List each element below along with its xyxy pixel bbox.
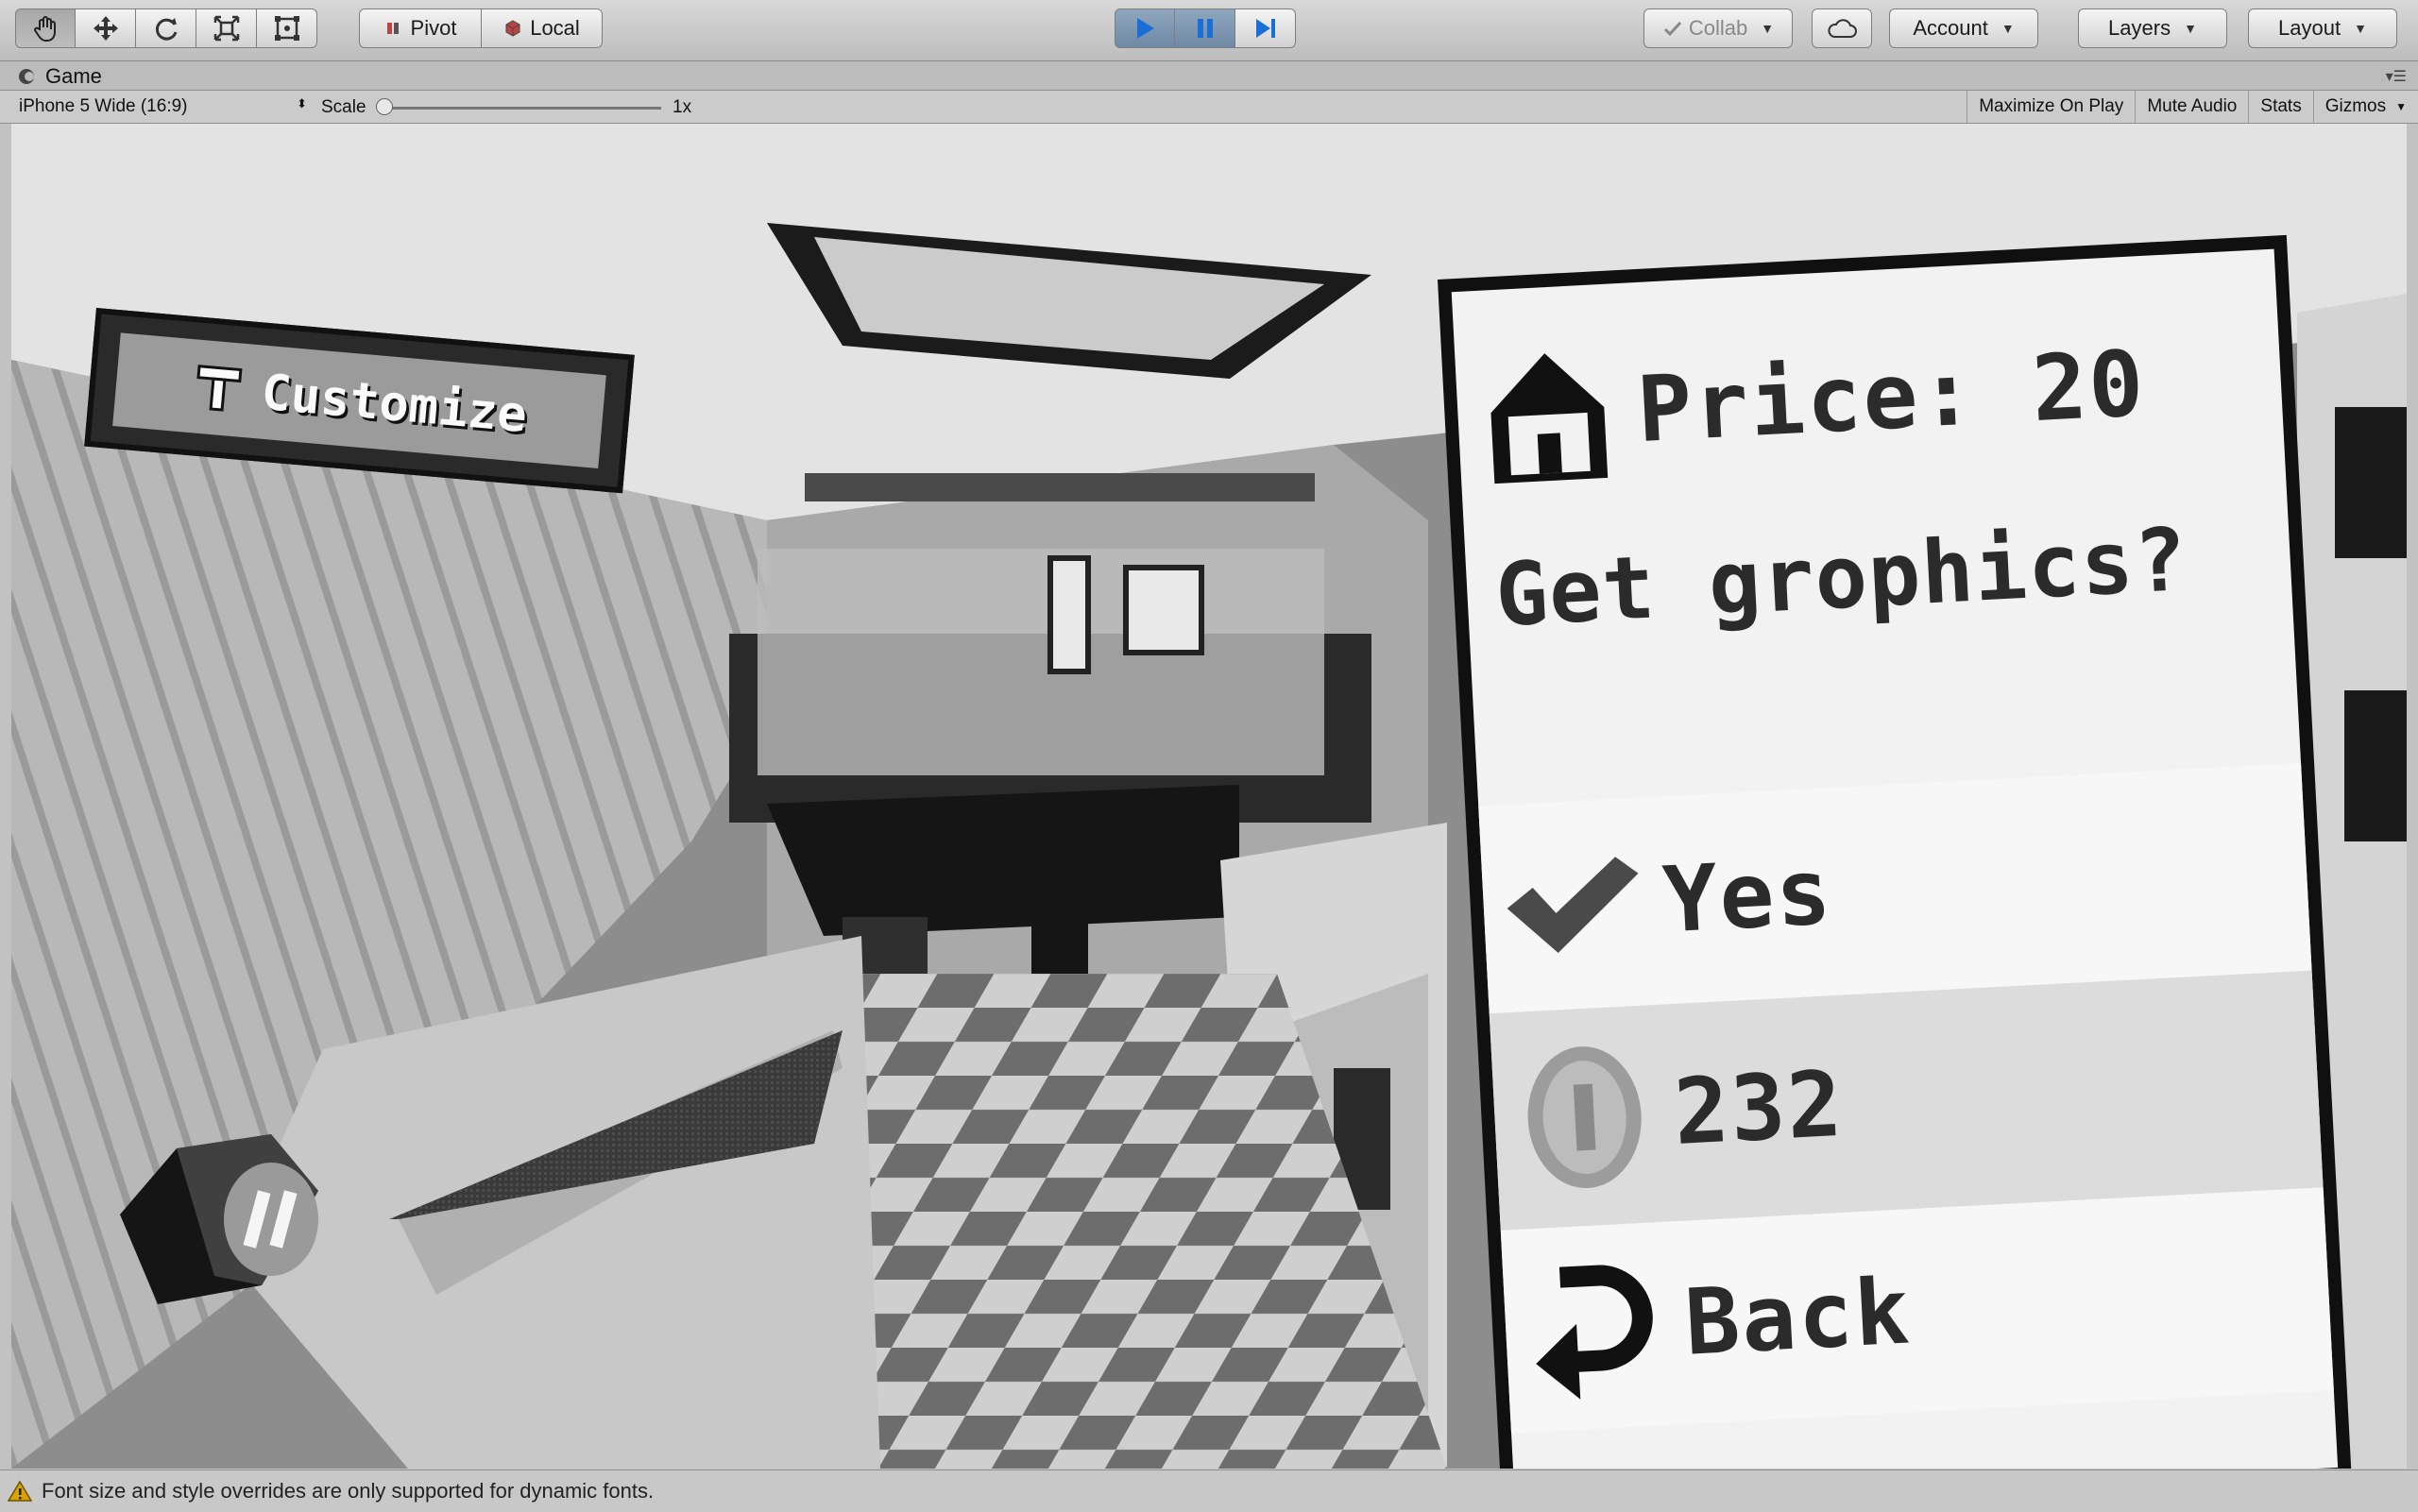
scale-label: Scale [321, 97, 366, 117]
maximize-on-play-toggle[interactable]: Maximize On Play [1967, 91, 2135, 123]
warning-icon [8, 1480, 32, 1502]
play-controls [1115, 8, 1296, 50]
chevron-down-icon: ▼ [2395, 100, 2407, 113]
back-button[interactable]: Back [1500, 1187, 2334, 1434]
pivot-label: Pivot [410, 16, 457, 40]
tools-icon [196, 364, 243, 412]
chevron-down-icon: ▼ [1761, 21, 1775, 36]
game-view-options: Maximize On Play Mute Audio Stats Gizmos… [1967, 91, 2418, 123]
chevron-down-icon: ▼ [2184, 21, 2197, 36]
back-label: Back [1682, 1257, 1914, 1376]
local-label: Local [530, 16, 580, 40]
tab-menu-icon[interactable]: ▾☰ [2386, 67, 2407, 86]
account-label: Account [1913, 16, 1988, 40]
pause-button[interactable] [1175, 8, 1235, 48]
play-icon [1137, 18, 1154, 39]
coin-balance: 232 [1489, 970, 2324, 1231]
console-status-bar[interactable]: Font size and style overrides are only s… [0, 1470, 2418, 1512]
house-icon [1473, 340, 1623, 489]
customize-inner: Customize [112, 332, 606, 468]
customize-label: Customize [259, 364, 530, 444]
pause-game-button[interactable] [111, 1125, 337, 1314]
hand-tool-button[interactable] [15, 8, 76, 48]
layout-group: Layout ▼ [2248, 8, 2397, 50]
gizmos-dropdown[interactable]: Gizmos ▼ [2312, 91, 2418, 123]
local-cube-icon [505, 20, 520, 37]
pivot-button[interactable]: Pivot [359, 8, 482, 48]
price-label: Price: 20 [1634, 331, 2148, 464]
rotate-icon [155, 18, 177, 41]
stats-toggle[interactable]: Stats [2248, 91, 2312, 123]
updown-icon: ⬍ [297, 96, 307, 110]
chevron-down-icon: ▼ [2001, 21, 2015, 36]
layout-dropdown[interactable]: Layout ▼ [2248, 8, 2397, 48]
scale-slider-handle[interactable] [376, 98, 393, 115]
purchase-question: Get grophics? [1492, 508, 2190, 647]
mute-audio-toggle[interactable]: Mute Audio [2135, 91, 2248, 123]
tab-bar: Game ▾☰ [0, 61, 2418, 91]
check-icon [1663, 21, 1681, 37]
tab-game[interactable]: Game [9, 63, 115, 90]
coin-count: 232 [1671, 1050, 1847, 1166]
yes-button[interactable]: Yes [1478, 762, 2312, 1014]
collab-label: Collab [1688, 16, 1748, 40]
play-button[interactable] [1115, 8, 1175, 48]
local-button[interactable]: Local [482, 8, 603, 48]
purchase-dialog: Price: 20 Get grophics? Yes 232 Back [1438, 234, 2352, 1469]
pivot-icon [386, 23, 399, 34]
back-arrow-icon [1521, 1252, 1670, 1402]
game-view[interactable]: Customize Price: 20 Get grophics? Yes 23… [11, 124, 2407, 1469]
scale-slider-track[interactable] [382, 107, 661, 110]
account-group: Account ▼ [1889, 8, 2038, 50]
layers-dropdown[interactable]: Layers ▼ [2078, 8, 2227, 48]
layers-group: Layers ▼ [2078, 8, 2227, 50]
cloud-icon [1828, 19, 1857, 38]
transform-tools [15, 8, 317, 50]
move-tool-button[interactable] [76, 8, 136, 48]
scale-tool-button[interactable] [196, 8, 257, 48]
step-icon [1255, 19, 1275, 38]
game-controller-icon [19, 69, 34, 84]
rect-tool-button[interactable] [257, 8, 317, 48]
price-row: Price: 20 [1454, 287, 2286, 509]
yes-label: Yes [1660, 839, 1835, 954]
coin-icon [1510, 1043, 1660, 1192]
gizmos-label: Gizmos [2324, 96, 2387, 116]
main-toolbar: Pivot Local Collab ▼ Account ▼ Layers ▼ … [0, 0, 2418, 61]
chevron-down-icon: ▼ [2354, 21, 2367, 36]
hand-icon [34, 16, 56, 42]
account-dropdown[interactable]: Account ▼ [1889, 8, 2038, 48]
scale-value: 1x [673, 97, 692, 117]
pause-icon [1197, 19, 1213, 38]
move-icon [93, 16, 118, 41]
rect-transform-icon [274, 16, 299, 41]
tab-game-label: Game [45, 64, 102, 88]
purchase-dialog-body: Price: 20 Get grophics? Yes 232 Back [1451, 248, 2339, 1469]
layout-label: Layout [2278, 16, 2341, 40]
collab-dropdown[interactable]: Collab ▼ [1643, 8, 1793, 48]
layers-label: Layers [2108, 16, 2171, 40]
resolution-label: iPhone 5 Wide (16:9) [19, 96, 188, 116]
status-message: Font size and style overrides are only s… [42, 1479, 655, 1503]
collab-group: Collab ▼ [1643, 8, 1793, 50]
pivot-group: Pivot Local [359, 8, 603, 50]
rotate-tool-button[interactable] [136, 8, 196, 48]
cloud-group [1812, 8, 1872, 50]
scale-icon [213, 15, 239, 42]
resolution-dropdown[interactable]: iPhone 5 Wide (16:9) ⬍ [19, 96, 307, 117]
game-view-toolbar: iPhone 5 Wide (16:9) ⬍ Scale 1x Maximize… [0, 91, 2418, 124]
checkmark-icon [1499, 831, 1648, 980]
step-button[interactable] [1235, 8, 1296, 48]
cloud-button[interactable] [1812, 8, 1872, 48]
